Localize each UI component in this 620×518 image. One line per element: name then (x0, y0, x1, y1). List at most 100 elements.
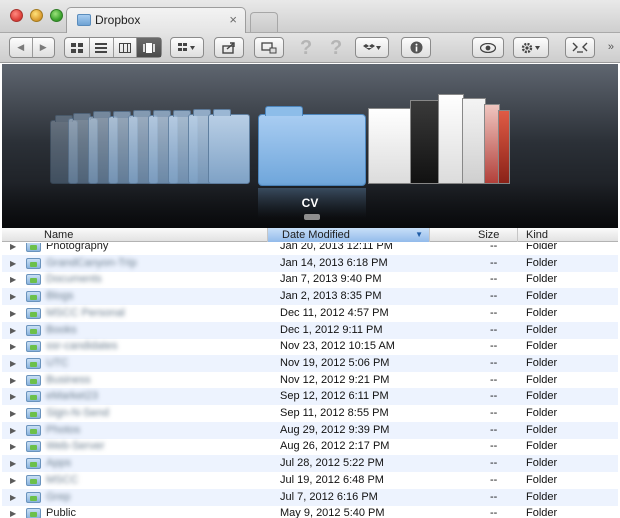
list-item[interactable]: ▶ ssr-candidates Nov 23, 2012 10:15 AM -- Fo… (2, 338, 618, 355)
close-window-button[interactable] (10, 9, 23, 22)
shared-folder-icon (26, 474, 41, 486)
new-tab-button[interactable] (250, 12, 278, 32)
document-thumbnail[interactable] (498, 110, 510, 184)
item-kind: Folder (526, 473, 558, 486)
connect-server-button[interactable] (254, 37, 284, 58)
list-item[interactable]: ▶ Business Nov 12, 2012 9:21 PM -- Folder (2, 372, 618, 389)
item-size: -- (490, 423, 498, 436)
shared-folder-icon (26, 291, 41, 303)
back-button[interactable]: ◀ (10, 38, 33, 57)
share-icon (222, 41, 235, 54)
eye-icon (480, 42, 496, 53)
cover-flow[interactable]: CV (2, 64, 618, 228)
item-kind: Folder (526, 457, 558, 470)
tab-dropbox[interactable]: Dropbox × (66, 7, 246, 34)
column-header-name[interactable]: Name (2, 228, 268, 242)
list-item[interactable]: ▶ Photos Aug 29, 2012 9:39 PM -- Folder (2, 421, 618, 439)
list-item[interactable]: ▶ Public May 9, 2012 5:40 PM -- Folder (2, 505, 618, 518)
shared-folder-icon (26, 257, 41, 269)
document-thumbnail[interactable] (438, 94, 464, 184)
disclosure-triangle-icon[interactable]: ▶ (10, 372, 16, 389)
list-item[interactable]: ▶ GrandCanyon-Trip Jan 14, 2013 6:18 PM -- F… (2, 254, 618, 272)
minimize-window-button[interactable] (30, 9, 43, 22)
disclosure-triangle-icon[interactable]: ▶ (10, 505, 16, 518)
list-item[interactable]: ▶ UTC Nov 19, 2012 5:06 PM -- Folder (2, 354, 618, 372)
shared-folder-icon (26, 274, 41, 286)
item-kind: Folder (526, 356, 558, 369)
server-icon (261, 41, 277, 53)
column-header-date-modified[interactable]: Date Modified ▼ (268, 228, 430, 242)
disclosure-triangle-icon[interactable]: ▶ (10, 489, 16, 506)
list-view-icon (95, 42, 108, 53)
list-item[interactable]: ▶ Apps Jul 28, 2012 5:22 PM -- Folder (2, 455, 618, 473)
disclosure-triangle-icon[interactable]: ▶ (10, 271, 16, 288)
item-date-modified: Jul 7, 2012 6:16 PM (280, 490, 378, 503)
disclosure-triangle-icon[interactable]: ▶ (10, 455, 16, 472)
document-thumbnail[interactable] (368, 108, 414, 184)
share-button[interactable] (214, 37, 244, 58)
selected-folder-thumbnail[interactable] (258, 106, 366, 186)
tab-title: Dropbox (95, 13, 141, 27)
disclosure-triangle-icon[interactable]: ▶ (10, 355, 16, 372)
get-info-button[interactable] (401, 37, 431, 58)
disclosure-triangle-icon[interactable]: ▶ (10, 322, 16, 339)
shared-folder-icon (26, 357, 41, 369)
column-header-kind[interactable]: Kind (518, 228, 618, 242)
toggle-toolbar-button[interactable] (565, 37, 595, 58)
list-item[interactable]: ▶ eMarket23 Sep 12, 2012 6:11 PM -- Folder (2, 388, 618, 406)
document-thumbnail[interactable] (462, 98, 486, 184)
disclosure-triangle-icon[interactable]: ▶ (10, 305, 16, 322)
dropbox-menu-button[interactable] (355, 37, 389, 58)
disclosure-triangle-icon[interactable]: ▶ (10, 388, 16, 405)
tab-close-icon[interactable]: × (229, 12, 237, 27)
list-item[interactable]: ▶ Documents Jan 7, 2013 9:40 PM -- Folder (2, 271, 618, 288)
list-item[interactable]: ▶ Sign-N-Send Sep 11, 2012 8:55 PM -- Folder (2, 405, 618, 422)
folder-thumbnail[interactable] (208, 109, 250, 184)
folder-icon (77, 14, 91, 26)
column-header-size[interactable]: Size (430, 228, 518, 242)
disclosure-triangle-icon[interactable]: ▶ (10, 243, 16, 255)
shared-folder-icon (26, 508, 41, 518)
item-name: ssr-candidates (46, 340, 118, 353)
gear-icon (521, 42, 540, 53)
cover-flow-view-button[interactable] (137, 38, 161, 57)
title-bar: Dropbox × (0, 0, 620, 34)
icon-view-button[interactable] (65, 38, 90, 57)
list-item[interactable]: ▶ MSCC Personal Dec 11, 2012 4:57 PM -- Fold… (2, 305, 618, 322)
disclosure-triangle-icon[interactable]: ▶ (10, 255, 16, 272)
sort-descending-icon: ▼ (415, 230, 423, 239)
item-size: -- (490, 273, 498, 286)
back-arrow-icon: ◀ (17, 42, 25, 52)
arrange-menu-button[interactable] (170, 37, 204, 58)
list-item[interactable]: ▶ Photography Jan 20, 2013 12:11 PM -- Folde… (2, 243, 618, 255)
zoom-window-button[interactable] (50, 9, 63, 22)
disclosure-triangle-icon[interactable]: ▶ (10, 472, 16, 489)
cover-flow-scroller[interactable] (304, 214, 320, 220)
list-item[interactable]: ▶ Books Dec 1, 2012 9:11 PM -- Folder (2, 321, 618, 339)
column-view-button[interactable] (114, 38, 138, 57)
disclosure-triangle-icon[interactable]: ▶ (10, 288, 16, 305)
toolbar-overflow-icon[interactable]: » (608, 41, 614, 53)
list-view-button[interactable] (90, 38, 114, 57)
list-item[interactable]: ▶ Blogs Jan 2, 2013 8:35 PM -- Folder (2, 288, 618, 306)
disclosure-triangle-icon[interactable]: ▶ (10, 405, 16, 422)
action-menu-button[interactable] (513, 37, 549, 58)
item-date-modified: Nov 12, 2012 9:21 PM (280, 373, 390, 386)
list-item[interactable]: ▶ Grep Jul 7, 2012 6:16 PM -- Folder (2, 488, 618, 506)
quick-look-button[interactable] (472, 37, 504, 58)
file-list[interactable]: ▶ Photography Jan 20, 2013 12:11 PM -- Folde… (2, 243, 618, 518)
item-size: -- (490, 243, 498, 252)
disclosure-triangle-icon[interactable]: ▶ (10, 422, 16, 439)
selected-item-name: CV (301, 196, 319, 210)
list-item[interactable]: ▶ Web-Server Aug 26, 2012 2:17 PM -- Folder (2, 438, 618, 455)
disclosure-triangle-icon[interactable]: ▶ (10, 438, 16, 455)
list-header: Name Date Modified ▼ Size Kind (2, 228, 618, 242)
item-size: -- (490, 290, 498, 303)
document-thumbnail[interactable] (410, 100, 440, 184)
item-size: -- (490, 507, 498, 518)
item-kind: Folder (526, 290, 558, 303)
item-size: -- (490, 440, 498, 453)
list-item[interactable]: ▶ MSCC Jul 19, 2012 6:48 PM -- Folder (2, 472, 618, 489)
forward-button[interactable]: ▶ (33, 38, 55, 57)
disclosure-triangle-icon[interactable]: ▶ (10, 338, 16, 355)
